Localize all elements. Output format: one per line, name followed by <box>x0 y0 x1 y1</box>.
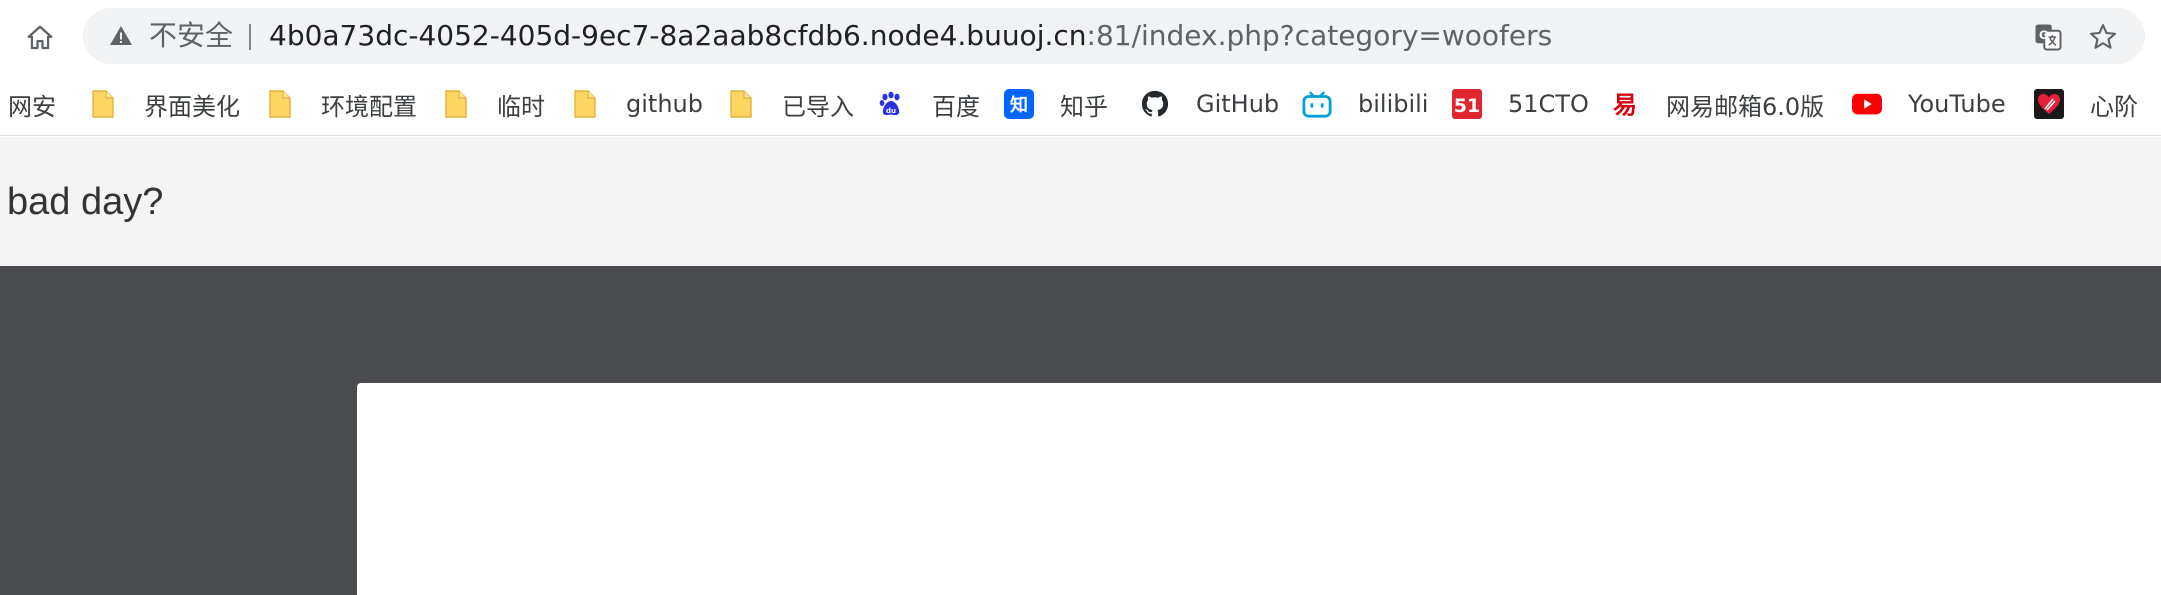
folder-icon <box>570 89 600 119</box>
browser-toolbar: 不安全 4b0a73dc-4052-405d-9ec7-8a2aab8cfdb6… <box>0 0 2161 74</box>
bookmark-folder-huanjing[interactable]: 环境配置 <box>265 82 417 126</box>
bookmark-label: GitHub <box>1196 90 1280 118</box>
baidu-icon: du <box>876 89 906 119</box>
bookmark-label: 51CTO <box>1508 90 1589 118</box>
url-host: 4b0a73dc-4052-405d-9ec7-8a2aab8cfdb6.nod… <box>269 19 1087 52</box>
folder-icon <box>441 89 471 119</box>
bookmarks-bar: 网安 界面美化 环境配置 临时 github 已导入 du 百度 知 知乎 Gi… <box>0 74 2161 136</box>
bookmark-star-icon[interactable] <box>2086 20 2120 54</box>
bookmark-youtube[interactable]: YouTube <box>1852 82 2006 126</box>
bookmark-xinjie[interactable]: 心阶 <box>2034 82 2138 126</box>
bookmark-label: 界面美化 <box>144 92 240 121</box>
bookmark-label: 网安 <box>8 92 56 121</box>
bookmark-folder-jiemian[interactable]: 界面美化 <box>88 82 240 126</box>
51cto-icon: 51 <box>1452 89 1482 119</box>
page-header: bad day? <box>0 137 2161 266</box>
bookmark-label: 网易邮箱6.0版 <box>1666 92 1825 121</box>
bilibili-icon <box>1302 89 1332 119</box>
bookmark-51cto[interactable]: 51 51CTO <box>1452 82 1589 126</box>
home-button[interactable] <box>18 16 62 60</box>
svg-text:G: G <box>2039 29 2048 42</box>
bookmark-folder-linshi[interactable]: 临时 <box>441 82 545 126</box>
folder-icon <box>88 89 118 119</box>
translate-icon[interactable]: G <box>2031 20 2065 54</box>
bookmark-github[interactable]: GitHub <box>1140 82 1279 126</box>
zhihu-icon: 知 <box>1004 89 1034 119</box>
netease-icon: 易 <box>1610 89 1640 119</box>
github-icon <box>1140 89 1170 119</box>
bookmark-zhihu[interactable]: 知 知乎 <box>1004 82 1108 126</box>
bookmark-netease-mail[interactable]: 易 网易邮箱6.0版 <box>1610 82 1824 126</box>
bookmark-folder-github[interactable]: github <box>570 82 703 126</box>
security-label[interactable]: 不安全 <box>149 18 233 54</box>
bookmark-label: 百度 <box>932 92 980 121</box>
bookmark-baidu[interactable]: du 百度 <box>876 82 980 126</box>
url-text[interactable]: 4b0a73dc-4052-405d-9ec7-8a2aab8cfdb6.nod… <box>269 18 1552 54</box>
page-title: bad day? <box>7 181 164 223</box>
youtube-icon <box>1852 89 1882 119</box>
home-icon <box>27 25 53 50</box>
content-background <box>0 266 2161 595</box>
address-bar[interactable]: 不安全 4b0a73dc-4052-405d-9ec7-8a2aab8cfdb6… <box>83 8 2145 64</box>
bookmark-label: bilibili <box>1358 90 1429 118</box>
zhihu-glyph: 知 <box>1010 94 1028 116</box>
bookmark-bilibili[interactable]: bilibili <box>1302 82 1428 126</box>
bookmark-label: 已导入 <box>782 92 854 121</box>
folder-icon <box>265 89 295 119</box>
bookmark-label: github <box>626 90 703 118</box>
svg-text:du: du <box>886 107 896 115</box>
folder-icon <box>726 89 756 119</box>
divider <box>249 24 251 50</box>
netease-glyph: 易 <box>1613 91 1637 119</box>
xinjie-icon <box>2034 89 2064 119</box>
bookmark-label: 心阶 <box>2090 92 2138 121</box>
bookmark-wangan[interactable]: 网安 <box>8 82 56 126</box>
warning-icon[interactable] <box>107 22 135 50</box>
bookmark-label: 知乎 <box>1060 92 1108 121</box>
bookmark-folder-imported[interactable]: 已导入 <box>726 82 854 126</box>
bookmark-label: 临时 <box>497 92 545 121</box>
url-path: :81/index.php?category=woofers <box>1086 19 1553 52</box>
bookmark-label: YouTube <box>1908 90 2006 118</box>
51cto-glyph: 51 <box>1454 95 1480 117</box>
bookmark-label: 环境配置 <box>321 92 417 121</box>
content-panel <box>357 383 2161 595</box>
